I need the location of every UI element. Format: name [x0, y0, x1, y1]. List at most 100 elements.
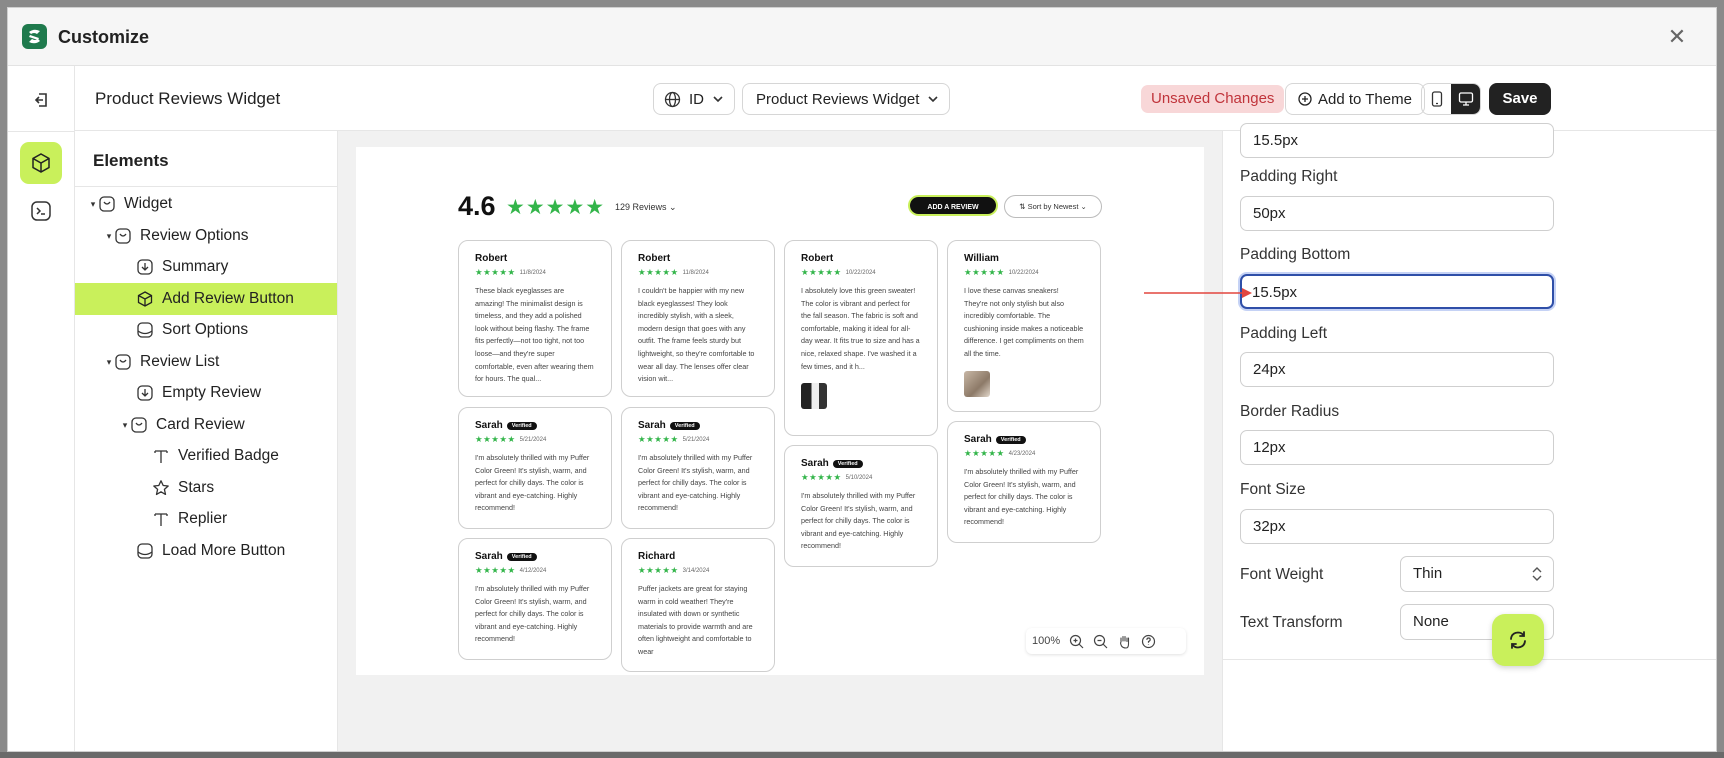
review-body: I couldn't be happier with my new black … — [638, 286, 755, 384]
card-stars: ★★★★★ — [475, 267, 516, 277]
font-weight-select[interactable]: Thin — [1400, 556, 1554, 592]
sort-select[interactable]: ⇅ Sort by Newest ⌄ — [1004, 195, 1102, 218]
exit-icon[interactable] — [27, 86, 55, 114]
review-card: Robert ★★★★★ 10/22/2024 I absolutely love… — [784, 240, 938, 436]
caret-icon[interactable]: ▾ — [88, 199, 98, 210]
terminal-icon — [31, 201, 51, 221]
reviewer-name: Richard — [638, 551, 676, 562]
padding-top-input[interactable]: 15.5px — [1240, 123, 1554, 158]
language-select[interactable]: ID — [653, 83, 735, 115]
card-stars: ★★★★★ — [475, 565, 516, 575]
section-icon — [98, 195, 116, 213]
mobile-icon — [1431, 91, 1442, 107]
add-review-button[interactable]: ADD A REVIEW — [908, 195, 998, 216]
caret-icon[interactable]: ▾ — [104, 231, 114, 242]
add-to-theme-label: Add to Theme — [1318, 90, 1412, 108]
save-button[interactable]: Save — [1489, 83, 1551, 115]
review-body: These black eyeglasses are amazing! The … — [475, 286, 594, 384]
annotation-arrow — [1144, 288, 1252, 298]
zoom-out-icon[interactable] — [1092, 633, 1108, 649]
card-stars: ★★★★★ — [475, 434, 516, 444]
zoom-toolbar: 100% — [1026, 628, 1186, 654]
close-icon[interactable]: ✕ — [1666, 26, 1688, 48]
average-rating: 4.6 — [458, 191, 496, 221]
padding-right-input[interactable]: 50px — [1240, 196, 1554, 231]
hand-pan-icon[interactable] — [1116, 633, 1132, 649]
tree-item-review-list[interactable]: ▾ Review List — [75, 346, 337, 378]
tree-item-label: Review Options — [140, 227, 249, 244]
text-transform-value: None — [1413, 613, 1449, 630]
section-icon — [130, 416, 148, 434]
caret-icon[interactable]: ▾ — [104, 357, 114, 368]
review-body: I'm absolutely thrilled with my Puffer C… — [801, 491, 916, 551]
font-size-label: Font Size — [1240, 481, 1306, 498]
card-stars: ★★★★★ — [801, 472, 842, 482]
tree-item-verified-badge[interactable]: Verified Badge — [75, 440, 337, 472]
unsaved-changes-badge: Unsaved Changes — [1141, 85, 1285, 113]
tree-item-widget[interactable]: ▾ Widget — [75, 188, 337, 220]
tree-item-load-more-button[interactable]: Load More Button — [75, 535, 337, 567]
review-body: I'm absolutely thrilled with my Puffer C… — [638, 453, 753, 513]
border-radius-input[interactable]: 12px — [1240, 430, 1554, 465]
verified-badge: Verified — [506, 421, 537, 430]
review-date: 10/22/2024 — [1008, 269, 1039, 276]
tree-item-empty-review[interactable]: Empty Review — [75, 377, 337, 409]
reviewer-name: Sarah — [801, 458, 829, 469]
review-date: 4/23/2024 — [1008, 450, 1036, 457]
refresh-fab-button[interactable] — [1492, 614, 1544, 666]
desktop-view-button[interactable] — [1451, 84, 1480, 114]
add-to-theme-button[interactable]: Add to Theme — [1285, 83, 1425, 115]
card-stars: ★★★★★ — [964, 448, 1005, 458]
tree-item-label: Load More Button — [162, 542, 286, 559]
container-icon — [136, 321, 154, 339]
font-size-input[interactable]: 32px — [1240, 509, 1554, 544]
section-icon — [114, 353, 132, 371]
padding-bottom-label: Padding Bottom — [1240, 246, 1351, 263]
review-photo-thumbnail[interactable] — [964, 370, 990, 397]
review-card: Richard ★★★★★ 3/14/2024 Puffer jackets ar… — [621, 538, 775, 672]
verified-badge: Verified — [669, 421, 700, 430]
tree-item-label: Verified Badge — [178, 447, 279, 464]
widget-preview: 4.6 ★★★★★ 129 Reviews ⌄ ADD A REVIEW ⇅ S… — [356, 147, 1204, 675]
code-tab-button[interactable] — [20, 190, 62, 232]
review-date: 5/21/2024 — [682, 436, 710, 443]
elements-tab-button[interactable] — [20, 142, 62, 184]
verified-badge: Verified — [995, 435, 1026, 444]
caret-icon[interactable]: ▾ — [120, 420, 130, 431]
screen-bottom-edge — [0, 752, 1724, 758]
device-toggle — [1421, 83, 1481, 115]
review-body: Puffer jackets are great for staying war… — [638, 584, 753, 656]
tree-item-review-options[interactable]: ▾ Review Options — [75, 220, 337, 252]
help-icon[interactable] — [1140, 633, 1156, 649]
tree-item-label: Widget — [124, 195, 173, 212]
review-card: Sarah Verified ★★★★★ 5/10/2024 I'm absolut… — [784, 445, 938, 567]
tree-item-replier[interactable]: Replier — [75, 503, 337, 535]
font-weight-label: Font Weight — [1240, 566, 1324, 583]
component-icon — [136, 384, 154, 402]
summary-stars: ★★★★★ — [506, 196, 606, 219]
mobile-view-button[interactable] — [1422, 84, 1451, 114]
tree-item-card-review[interactable]: ▾ Card Review — [75, 409, 337, 441]
tree-item-add-review-button[interactable]: Add Review Button — [75, 283, 337, 315]
chevron-down-icon — [713, 96, 723, 103]
tree-item-summary[interactable]: Summary — [75, 251, 337, 283]
review-body: I absolutely love this green sweater! Th… — [801, 286, 920, 371]
plus-circle-icon — [1298, 92, 1312, 106]
tree-item-sort-options[interactable]: Sort Options — [75, 314, 337, 346]
padding-bottom-input[interactable]: 15.5px — [1240, 274, 1554, 309]
cube-icon — [136, 290, 154, 308]
reviews-count[interactable]: 129 Reviews ⌄ — [615, 202, 677, 213]
tree-item-stars[interactable]: Stars — [75, 472, 337, 504]
text-transform-label: Text Transform — [1240, 614, 1343, 631]
padding-left-input[interactable]: 24px — [1240, 352, 1554, 387]
widget-select[interactable]: Product Reviews Widget — [742, 83, 951, 115]
review-card: Robert ★★★★★ 11/8/2024 These black eyegla… — [458, 240, 612, 397]
review-card: Robert ★★★★★ 11/8/2024 I couldn't be happ… — [621, 240, 775, 397]
review-card: William ★★★★★ 10/22/2024 I love these can… — [947, 240, 1101, 412]
review-card: Sarah Verified ★★★★★ 4/23/2024 I'm absolut… — [947, 421, 1101, 543]
review-photo-thumbnail[interactable] — [801, 383, 827, 410]
review-body: I'm absolutely thrilled with my Puffer C… — [475, 584, 590, 644]
review-date: 11/8/2024 — [682, 269, 709, 276]
zoom-in-icon[interactable] — [1068, 633, 1084, 649]
reviewer-name: William — [964, 253, 999, 264]
